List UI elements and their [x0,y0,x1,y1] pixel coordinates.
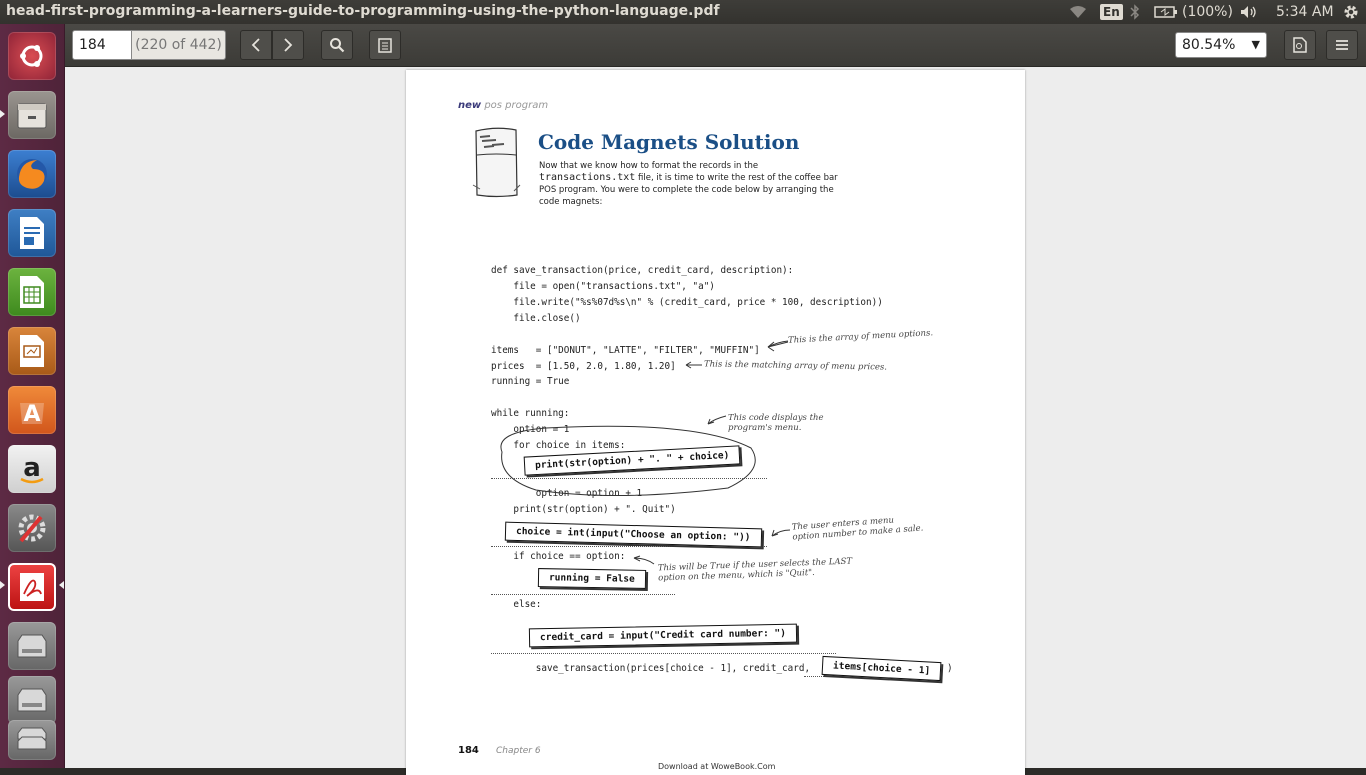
page-number: 184 [458,745,479,756]
chevron-right-icon [284,38,293,52]
libreoffice-writer-icon[interactable] [8,209,56,257]
drive-icon[interactable] [8,676,56,724]
chevron-down-icon: ▼ [1251,38,1260,51]
previous-page-button[interactable] [240,30,272,60]
ubuntu-dash-icon[interactable] [8,32,56,80]
download-footer: Download at WoweBook.Com [658,762,776,771]
battery-indicator[interactable]: (100%) [1154,0,1233,24]
toolbar: 184 (220 of 442) 80.54% ▼ [65,24,1366,67]
volume-icon[interactable] [1240,0,1258,24]
menu-button[interactable] [1326,30,1358,60]
clipboard-icon [378,38,392,53]
keyboard-layout-indicator[interactable]: En [1100,0,1123,24]
amazon-icon[interactable]: a [8,445,56,493]
battery-percent: (100%) [1182,4,1233,20]
svg-text:a: a [23,453,41,483]
libreoffice-impress-icon[interactable] [8,327,56,375]
zoom-select[interactable]: 80.54% ▼ [1175,32,1267,58]
document-zoom-icon [1293,37,1307,53]
page-number-input[interactable]: 184 [72,30,132,60]
window-title: head-first-programming-a-learners-guide-… [6,3,720,19]
pdf-page: new pos program Code Magnets Solution No… [406,70,1025,775]
files-icon[interactable] [8,91,56,139]
trash-icon[interactable] [8,720,56,760]
chevron-left-icon [251,38,260,52]
top-panel: head-first-programming-a-learners-guide-… [0,0,1366,24]
code-magnet: running = False [537,568,646,589]
document-viewer-icon[interactable] [8,563,56,611]
svg-text:A: A [23,402,40,427]
bluetooth-icon[interactable] [1130,0,1140,24]
battery-icon [1154,6,1177,18]
next-page-button[interactable] [272,30,304,60]
chapter-label: Chapter 6 [496,746,541,756]
page-count-label: (220 of 442) [132,30,226,60]
firefox-icon[interactable] [8,150,56,198]
hamburger-menu-icon [1336,40,1348,50]
annotations-button[interactable] [369,30,401,60]
search-icon [330,38,345,53]
search-button[interactable] [321,30,353,60]
wifi-icon[interactable] [1068,0,1088,24]
annotation-note: This code displays the program's menu. [728,413,824,433]
launcher: A a [0,24,65,768]
ubuntu-software-center-icon[interactable]: A [8,386,56,434]
clock[interactable]: 5:34 AM [1276,0,1334,24]
language-label: En [1100,4,1123,20]
libreoffice-calc-icon[interactable] [8,268,56,316]
document-properties-button[interactable] [1284,30,1316,60]
system-settings-icon[interactable] [8,504,56,552]
document-view[interactable]: new pos program Code Magnets Solution No… [65,67,1366,775]
zoom-level: 80.54% [1182,37,1236,53]
drive-icon[interactable] [8,622,56,670]
session-gear-icon[interactable] [1342,0,1360,24]
